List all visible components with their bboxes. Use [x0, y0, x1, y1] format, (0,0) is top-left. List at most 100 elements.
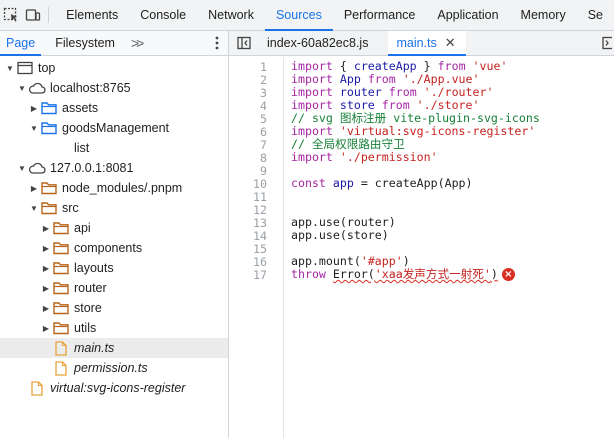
line-number[interactable]: 9 [229, 164, 267, 178]
code-line[interactable]: import './permission' [291, 151, 438, 164]
tree-item[interactable]: ▶ store [0, 298, 228, 318]
code-token: { [332, 59, 354, 73]
expanded-arrow-icon[interactable]: ▼ [4, 64, 16, 73]
more-options-icon[interactable] [206, 31, 228, 55]
tree-item[interactable]: virtual:svg-icons-register [0, 378, 228, 398]
tree-item[interactable]: permission.ts [0, 358, 228, 378]
tree-item-label: list [74, 141, 90, 155]
tab-console[interactable]: Console [129, 0, 197, 30]
line-number[interactable]: 4 [229, 99, 267, 113]
tree-item[interactable]: ▼ goodsManagement [0, 118, 228, 138]
inspect-element-icon[interactable] [0, 0, 22, 30]
line-number[interactable]: 17 [229, 268, 267, 282]
expanded-arrow-icon[interactable]: ▼ [16, 164, 28, 173]
tab-memory[interactable]: Memory [510, 0, 577, 30]
tree-item[interactable]: ▶ components [0, 238, 228, 258]
tree-item-label: top [38, 61, 56, 75]
tree-item-label: layouts [74, 261, 114, 275]
tree-item[interactable]: ▼ localhost:8765 [0, 78, 228, 98]
line-number[interactable]: 2 [229, 73, 267, 87]
collapsed-arrow-icon[interactable]: ▶ [28, 104, 40, 113]
folder-orange-icon [52, 221, 70, 235]
line-number[interactable]: 8 [229, 151, 267, 165]
tree-item[interactable]: main.ts [0, 338, 228, 358]
line-number[interactable]: 6 [229, 125, 267, 139]
toggle-navigator-icon[interactable] [229, 31, 259, 55]
line-number[interactable]: 3 [229, 86, 267, 100]
tree-item-label: assets [62, 101, 99, 115]
line-number[interactable]: 13 [229, 216, 267, 230]
file-orange-icon [52, 340, 70, 356]
error-icon[interactable]: × [501, 268, 515, 281]
collapsed-arrow-icon[interactable]: ▶ [40, 284, 52, 293]
tab-page[interactable]: Page [0, 31, 42, 56]
tab-performance[interactable]: Performance [333, 0, 427, 30]
collapsed-arrow-icon[interactable]: ▶ [40, 324, 52, 333]
line-number[interactable]: 12 [229, 203, 267, 217]
code-token: app.use(store) [291, 228, 389, 242]
expanded-arrow-icon[interactable]: ▼ [28, 204, 40, 213]
code-token: './permission' [339, 150, 438, 164]
tree-item-label: 127.0.0.1:8081 [50, 161, 134, 175]
tree-item[interactable]: ▶ layouts [0, 258, 228, 278]
close-icon[interactable]: ✕ [445, 35, 456, 51]
tree-item[interactable]: ▶ assets [0, 98, 228, 118]
line-number[interactable]: 14 [229, 229, 267, 243]
code-line[interactable]: const app = createApp(App) [291, 177, 473, 190]
device-toolbar-icon[interactable] [22, 0, 44, 30]
tab-elements[interactable]: Elements [55, 0, 129, 30]
tree-item[interactable]: ▼ 127.0.0.1:8081 [0, 158, 228, 178]
collapsed-arrow-icon[interactable]: ▶ [28, 184, 40, 193]
line-number[interactable]: 11 [229, 190, 267, 204]
line-number[interactable]: 7 [229, 138, 267, 152]
more-tabs-icon[interactable]: >> [127, 31, 145, 55]
code-token: 'vue' [472, 59, 508, 73]
tree-item[interactable]: list [0, 138, 228, 158]
toggle-debugger-icon[interactable] [600, 31, 614, 55]
tab-network[interactable]: Network [197, 0, 265, 30]
code-line[interactable]: throw Error('xaa发声方式一射死') × [291, 268, 515, 281]
code-editor[interactable]: 1 2 3 4 5 6 7 8 9 10 11 12 13 14 15 16 17 import { creat… [229, 57, 614, 438]
collapsed-arrow-icon[interactable]: ▶ [40, 244, 52, 253]
code-token: import [291, 59, 333, 73]
tab-filesystem[interactable]: Filesystem [49, 31, 121, 55]
line-number[interactable]: 15 [229, 242, 267, 256]
code-token: './App.vue' [402, 72, 480, 86]
collapsed-arrow-icon[interactable]: ▶ [40, 304, 52, 313]
line-number[interactable]: 16 [229, 255, 267, 269]
collapsed-arrow-icon[interactable]: ▶ [40, 224, 52, 233]
cloud-icon [28, 161, 46, 175]
expanded-arrow-icon[interactable]: ▼ [28, 124, 40, 133]
folder-orange-icon [52, 321, 70, 335]
tree-item-label: api [74, 221, 91, 235]
tab-application[interactable]: Application [426, 0, 509, 30]
code-token: from [367, 72, 396, 86]
tree-item[interactable]: ▶ api [0, 218, 228, 238]
code-line[interactable]: app.use(store) [291, 229, 389, 242]
cloud-icon [28, 81, 46, 95]
line-number[interactable]: 1 [229, 60, 267, 74]
code-token: from [437, 59, 466, 73]
tree-item[interactable]: ▶ node_modules/.pnpm [0, 178, 228, 198]
code-token: createApp [353, 59, 417, 73]
tab-sources[interactable]: Sources [264, 0, 333, 31]
tree-item[interactable]: ▼ src [0, 198, 228, 218]
collapsed-arrow-icon[interactable]: ▶ [40, 264, 52, 273]
line-number[interactable]: 10 [229, 177, 267, 191]
tree-item[interactable]: ▼ top [0, 58, 228, 78]
file-tab-index-js[interactable]: index-60a82ec8.js [259, 31, 378, 55]
tree-item[interactable]: ▶ router [0, 278, 228, 298]
line-number[interactable]: 5 [229, 112, 267, 126]
code-token: './store' [416, 98, 480, 112]
file-tab-main-ts[interactable]: main.ts ✕ [388, 31, 466, 56]
expanded-arrow-icon[interactable]: ▼ [16, 84, 28, 93]
folder-orange-icon [40, 181, 58, 195]
tab-security[interactable]: Se [577, 0, 614, 30]
tree-item[interactable]: ▶ utils [0, 318, 228, 338]
